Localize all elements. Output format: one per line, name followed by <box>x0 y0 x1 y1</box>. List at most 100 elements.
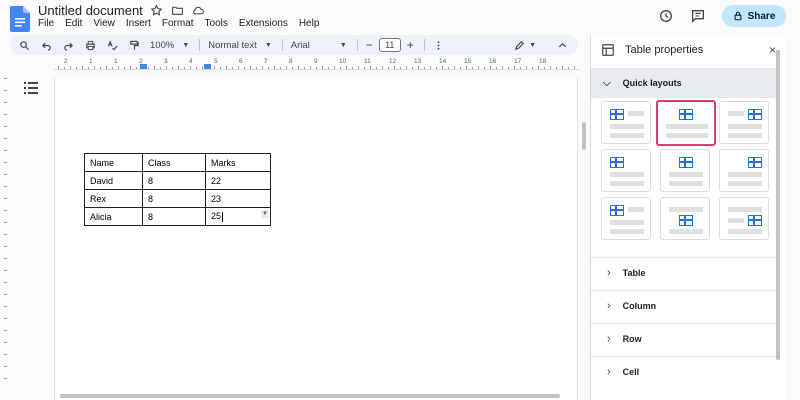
ruler-tick <box>502 66 503 69</box>
table-layout-icon <box>748 109 762 120</box>
text-cursor <box>222 211 224 222</box>
chevron-down-icon: ▼ <box>182 41 190 49</box>
vertical-scrollbar[interactable] <box>582 122 586 150</box>
quick-layouts-header[interactable]: ⌵ Quick layouts <box>591 68 778 98</box>
left-indent-marker[interactable] <box>140 64 147 69</box>
ruler-tick <box>4 102 7 103</box>
layout-option-9[interactable] <box>719 197 769 240</box>
section-column[interactable]: › Column <box>591 290 778 320</box>
ruler-tick <box>400 67 401 69</box>
star-icon[interactable] <box>150 4 163 17</box>
document-table[interactable]: Name Class Marks David 8 22 Rex 8 23 Ali… <box>84 153 271 226</box>
font-select[interactable]: Arial ▼ <box>291 40 347 51</box>
table-cell[interactable]: Class <box>142 153 206 172</box>
close-icon[interactable]: × <box>769 43 776 57</box>
folder-move-icon[interactable] <box>171 4 184 17</box>
decrease-font-size-button[interactable]: − <box>366 38 373 52</box>
layout-bar <box>728 181 762 186</box>
table-cell[interactable]: 23 <box>205 189 271 208</box>
spellcheck-icon[interactable] <box>106 39 118 51</box>
menu-insert[interactable]: Insert <box>126 18 151 29</box>
ruler-tick <box>256 67 257 69</box>
layout-bar <box>728 111 744 116</box>
table-cell[interactable]: Rex <box>84 189 143 208</box>
collapse-toolbar-icon[interactable] <box>556 39 568 51</box>
layout-bar <box>669 172 703 177</box>
table-cell[interactable]: Name <box>84 153 143 172</box>
doc-title[interactable]: Untitled document <box>38 3 143 18</box>
section-label: Column <box>622 300 657 311</box>
layout-option-5[interactable] <box>660 149 710 192</box>
docs-logo-icon[interactable] <box>10 6 30 32</box>
horizontal-ruler[interactable]: 2 1 1 2 3 4 5 6 7 8 9 10 11 12 13 14 15 16 17 18 <box>54 58 580 70</box>
panel-scrollbar[interactable] <box>776 50 780 360</box>
table-cell[interactable]: 22 <box>205 171 271 190</box>
vertical-ruler[interactable] <box>0 78 10 393</box>
layout-option-3[interactable] <box>719 101 769 144</box>
outline-list-icon[interactable] <box>24 82 38 94</box>
style-select[interactable]: Normal text ▼ <box>208 40 272 51</box>
layout-option-1[interactable] <box>601 101 651 144</box>
cloud-saved-icon[interactable] <box>192 4 205 17</box>
layout-option-4[interactable] <box>601 149 651 192</box>
table-cell[interactable]: 8 <box>142 171 206 190</box>
layout-option-6[interactable] <box>719 149 769 192</box>
chevron-down-icon[interactable]: ▼ <box>529 42 536 49</box>
menu-extensions[interactable]: Extensions <box>239 18 288 29</box>
ruler-tick <box>4 366 7 367</box>
undo-icon[interactable] <box>40 39 52 51</box>
paint-format-icon[interactable] <box>128 39 140 51</box>
increase-font-size-button[interactable]: + <box>407 38 414 52</box>
table-cell[interactable]: Alicia <box>84 207 143 226</box>
first-line-indent-marker[interactable] <box>204 64 211 69</box>
layout-option-7[interactable] <box>601 197 651 240</box>
menu-edit[interactable]: Edit <box>65 18 82 29</box>
ruler-tick <box>4 126 7 127</box>
share-button[interactable]: Share <box>722 5 786 27</box>
table-layout-icon <box>610 157 624 168</box>
ruler-tick <box>406 66 407 69</box>
layout-bar <box>628 207 644 212</box>
layout-option-2-selected[interactable] <box>656 100 716 146</box>
menu-help[interactable]: Help <box>299 18 320 29</box>
table-row: Alicia 8 25 ▼ <box>84 207 271 226</box>
ruler-tick <box>544 67 545 69</box>
ruler-tick <box>4 306 7 307</box>
ruler-tick <box>556 67 557 69</box>
ruler-tick <box>334 66 335 69</box>
menu-tools[interactable]: Tools <box>205 18 228 29</box>
document-page[interactable] <box>54 78 578 400</box>
redo-icon[interactable] <box>62 39 74 51</box>
title-icons <box>150 4 205 17</box>
horizontal-scrollbar[interactable] <box>60 394 560 398</box>
table-cell[interactable]: Marks <box>205 153 271 172</box>
section-cell[interactable]: › Cell <box>591 356 778 386</box>
menu-format[interactable]: Format <box>162 18 194 29</box>
chevron-down-icon: ▼ <box>264 41 272 49</box>
menu-view[interactable]: View <box>93 18 115 29</box>
zoom-select[interactable]: 100% ▼ <box>150 40 189 51</box>
ruler-tick <box>70 66 71 69</box>
chevron-right-icon: › <box>607 332 611 345</box>
layout-option-8[interactable] <box>660 197 710 240</box>
table-cell[interactable]: 8 <box>142 189 206 208</box>
print-icon[interactable] <box>84 39 96 51</box>
ruler-number: 13 <box>414 58 422 65</box>
ruler-tick <box>562 66 563 69</box>
menu-file[interactable]: File <box>38 18 54 29</box>
ruler-tick <box>136 67 137 69</box>
font-size-input[interactable]: 11 <box>378 38 401 52</box>
cell-menu-chevron-icon[interactable]: ▼ <box>261 210 269 218</box>
table-cell-active[interactable]: 25 ▼ <box>205 207 271 226</box>
more-options-icon[interactable] <box>433 39 445 51</box>
comment-icon[interactable] <box>690 8 706 24</box>
search-menus-icon[interactable] <box>18 39 30 51</box>
table-cell[interactable]: David <box>84 171 143 190</box>
ruler-tick <box>418 66 419 69</box>
editing-mode-icon[interactable] <box>513 39 525 51</box>
table-cell[interactable]: 8 <box>142 207 206 226</box>
section-table[interactable]: › Table <box>591 257 778 287</box>
top-right-actions: Share <box>658 5 786 27</box>
history-icon[interactable] <box>658 8 674 24</box>
section-row[interactable]: › Row <box>591 323 778 353</box>
